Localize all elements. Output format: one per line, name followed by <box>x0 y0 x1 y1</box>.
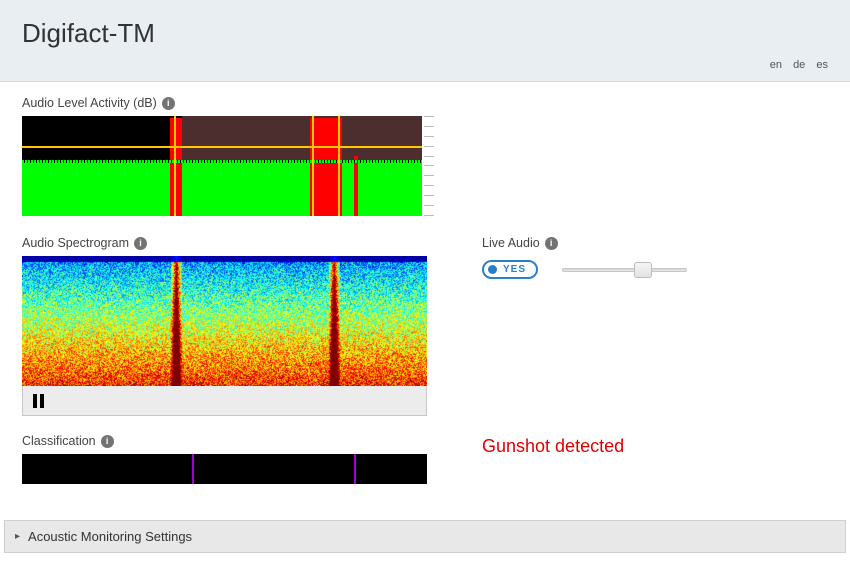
accordion-label: Acoustic Monitoring Settings <box>28 529 192 544</box>
live-audio-toggle[interactable]: YES <box>482 260 538 279</box>
detection-message: Gunshot detected <box>482 434 828 457</box>
acoustic-settings-accordion[interactable]: ▸ Acoustic Monitoring Settings <box>4 520 846 553</box>
classification-chart <box>22 454 427 484</box>
spectrogram-label: Audio Spectrogram i <box>22 236 452 250</box>
lang-en[interactable]: en <box>770 59 782 71</box>
spectrogram-label-text: Audio Spectrogram <box>22 236 129 250</box>
info-icon[interactable]: i <box>545 237 558 250</box>
live-audio-label: Live Audio i <box>482 236 828 250</box>
classification-label-text: Classification <box>22 434 96 448</box>
slider-track <box>562 268 687 272</box>
app-header: Digifact-TM en de es <box>0 0 850 82</box>
language-bar: en de es <box>22 59 828 75</box>
lang-es[interactable]: es <box>816 59 828 71</box>
lang-de[interactable]: de <box>793 59 805 71</box>
spectrogram-controls <box>22 386 427 416</box>
info-icon[interactable]: i <box>162 97 175 110</box>
audio-level-chart <box>22 116 422 216</box>
slider-thumb[interactable] <box>634 262 652 278</box>
info-icon[interactable]: i <box>134 237 147 250</box>
live-audio-toggle-text: YES <box>503 264 526 275</box>
audio-level-label: Audio Level Activity (dB) i <box>22 96 828 110</box>
spectrogram-canvas <box>22 256 427 386</box>
app-title: Digifact-TM <box>22 18 828 49</box>
live-audio-label-text: Live Audio <box>482 236 540 250</box>
audio-level-label-text: Audio Level Activity (dB) <box>22 96 157 110</box>
toggle-indicator-icon <box>488 265 497 274</box>
pause-icon[interactable] <box>33 394 44 408</box>
classification-label: Classification i <box>22 434 452 448</box>
audio-level-ticks <box>422 116 452 216</box>
info-icon[interactable]: i <box>101 435 114 448</box>
chevron-right-icon: ▸ <box>15 531 20 542</box>
volume-slider[interactable] <box>562 265 687 275</box>
